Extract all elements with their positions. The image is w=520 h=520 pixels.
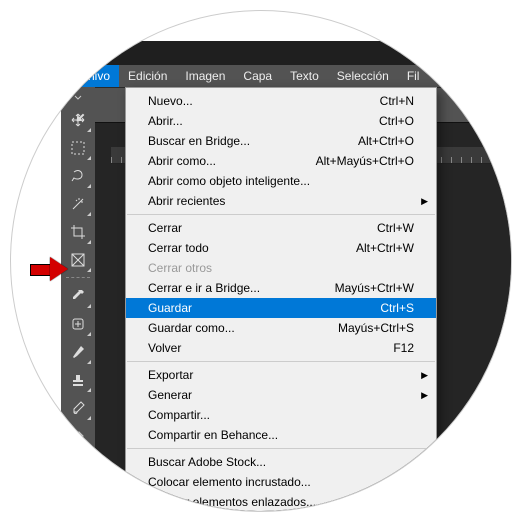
menu-separator bbox=[127, 448, 435, 449]
menu-item-shortcut: Alt+Ctrl+W bbox=[356, 241, 414, 255]
menu-item-label: Generar bbox=[148, 388, 192, 402]
menu-capa[interactable]: Capa bbox=[234, 65, 281, 87]
menu-item-buscar-en-bridge[interactable]: Buscar en Bridge... Alt+Ctrl+O bbox=[126, 131, 436, 151]
menu-item-label: Cerrar bbox=[148, 221, 182, 235]
menu-item-cerrar-e-ir-a-bridge[interactable]: Cerrar e ir a Bridge... Mayús+Ctrl+W bbox=[126, 278, 436, 298]
tool-stamp-icon[interactable] bbox=[64, 367, 92, 393]
menu-item-label: Nuevo... bbox=[148, 94, 193, 108]
menu-item-abrir-como[interactable]: Abrir como... Alt+Mayús+Ctrl+O bbox=[126, 151, 436, 171]
menu-item-compartir[interactable]: Compartir... bbox=[126, 405, 436, 425]
submenu-arrow-icon: ▶ bbox=[421, 390, 428, 401]
menu-item-cerrar[interactable]: Cerrar Ctrl+W bbox=[126, 218, 436, 238]
photoshop-window: Ps ArchivoEdiciónImagenCapaTextoSelecció… bbox=[61, 41, 512, 512]
menu-item-label: Compartir en Behance... bbox=[148, 428, 278, 442]
menu-item-shortcut: F12 bbox=[393, 341, 414, 355]
menu-item-exportar[interactable]: Exportar ▶ bbox=[126, 365, 436, 385]
menu-item-nuevo[interactable]: Nuevo... Ctrl+N bbox=[126, 91, 436, 111]
menu-selección[interactable]: Selección bbox=[328, 65, 398, 87]
menu-item-shortcut: Ctrl+S bbox=[380, 301, 414, 315]
tool-heal-icon[interactable] bbox=[64, 311, 92, 337]
menu-item-buscar-adobe-stock[interactable]: Buscar Adobe Stock... bbox=[126, 452, 436, 472]
menu-separator bbox=[127, 214, 435, 215]
menu-item-shortcut: Ctrl+N bbox=[380, 94, 414, 108]
menu-item-label: Colocar elemento incrustado... bbox=[148, 475, 311, 489]
menu-item-shortcut: Ctrl+W bbox=[377, 221, 414, 235]
menu-item-label: Abrir recientes bbox=[148, 194, 225, 208]
options-hint: trar contr. tra bbox=[489, 99, 512, 111]
menu-item-cerrar-todo[interactable]: Cerrar todo Alt+Ctrl+W bbox=[126, 238, 436, 258]
tools-panel bbox=[61, 87, 95, 512]
menu-item-label: Cerrar otros bbox=[148, 261, 212, 275]
menu-item-label: Guardar como... bbox=[148, 321, 235, 335]
panel-chevron-icon[interactable] bbox=[64, 91, 92, 105]
menu-texto[interactable]: Texto bbox=[281, 65, 328, 87]
menu-item-shortcut: Mayús+Ctrl+W bbox=[335, 281, 414, 295]
tool-lasso-icon[interactable] bbox=[64, 163, 92, 189]
tool-brush-icon[interactable] bbox=[64, 339, 92, 365]
menu-item-label: Guardar bbox=[148, 301, 192, 315]
tool-move-icon[interactable] bbox=[64, 107, 92, 133]
menu-item-cerrar-otros: Cerrar otros bbox=[126, 258, 436, 278]
tool-eyedropper-icon[interactable] bbox=[64, 283, 92, 309]
menu-item-label: Buscar Adobe Stock... bbox=[148, 455, 266, 469]
menu-item-label: Volver bbox=[148, 341, 181, 355]
menu-separator bbox=[127, 361, 435, 362]
menu-item-label: Buscar en Bridge... bbox=[148, 134, 250, 148]
menu-item-abrir[interactable]: Abrir... Ctrl+O bbox=[126, 111, 436, 131]
menu-item-label: Cerrar todo bbox=[148, 241, 209, 255]
tool-marquee-icon[interactable] bbox=[64, 135, 92, 161]
menu-archivo[interactable]: Archivo bbox=[61, 65, 119, 87]
menu-fil[interactable]: Fil bbox=[398, 65, 429, 87]
menu-item-shortcut: Alt+Mayús+Ctrl+O bbox=[316, 154, 414, 168]
menu-item-volver[interactable]: Volver F12 bbox=[126, 338, 436, 358]
tool-wand-icon[interactable] bbox=[64, 191, 92, 217]
menubar: ArchivoEdiciónImagenCapaTextoSelecciónFi… bbox=[61, 65, 512, 87]
menu-item-colocar-elementos-enlazados[interactable]: Colocar elementos enlazados... bbox=[126, 492, 436, 512]
menu-item-abrir-recientes[interactable]: Abrir recientes ▶ bbox=[126, 191, 436, 211]
menu-item-label: Colocar elementos enlazados... bbox=[148, 495, 316, 509]
menu-item-guardar-como[interactable]: Guardar como... Mayús+Ctrl+S bbox=[126, 318, 436, 338]
menu-item-generar[interactable]: Generar ▶ bbox=[126, 385, 436, 405]
menu-item-colocar-elemento-incrustado[interactable]: Colocar elemento incrustado... bbox=[126, 472, 436, 492]
menu-item-abrir-como-objeto-inteligente[interactable]: Abrir como objeto inteligente... bbox=[126, 171, 436, 191]
menu-item-label: Compartir... bbox=[148, 408, 210, 422]
tool-crop-icon[interactable] bbox=[64, 219, 92, 245]
menu-item-label: Cerrar e ir a Bridge... bbox=[148, 281, 260, 295]
annotation-arrow-icon bbox=[30, 257, 70, 281]
menu-item-shortcut: Ctrl+O bbox=[379, 114, 414, 128]
menu-imagen[interactable]: Imagen bbox=[176, 65, 234, 87]
tool-eraser-icon[interactable] bbox=[64, 423, 92, 449]
menu-item-label: Exportar bbox=[148, 368, 193, 382]
menu-item-shortcut: Mayús+Ctrl+S bbox=[338, 321, 414, 335]
titlebar: Ps bbox=[61, 41, 512, 65]
menu-item-guardar[interactable]: Guardar Ctrl+S bbox=[126, 298, 436, 318]
menu-item-label: Abrir como... bbox=[148, 154, 216, 168]
submenu-arrow-icon: ▶ bbox=[421, 196, 428, 207]
submenu-arrow-icon: ▶ bbox=[421, 370, 428, 381]
menu-edición[interactable]: Edición bbox=[119, 65, 176, 87]
file-menu-dropdown: Nuevo... Ctrl+N Abrir... Ctrl+O Buscar en Br… bbox=[125, 87, 437, 512]
menu-item-compartir-en-behance[interactable]: Compartir en Behance... bbox=[126, 425, 436, 445]
tool-history-icon[interactable] bbox=[64, 395, 92, 421]
menu-item-label: Abrir como objeto inteligente... bbox=[148, 174, 310, 188]
menu-item-shortcut: Alt+Ctrl+O bbox=[358, 134, 414, 148]
app-logo-icon: Ps bbox=[65, 43, 85, 63]
menu-item-label: Abrir... bbox=[148, 114, 183, 128]
